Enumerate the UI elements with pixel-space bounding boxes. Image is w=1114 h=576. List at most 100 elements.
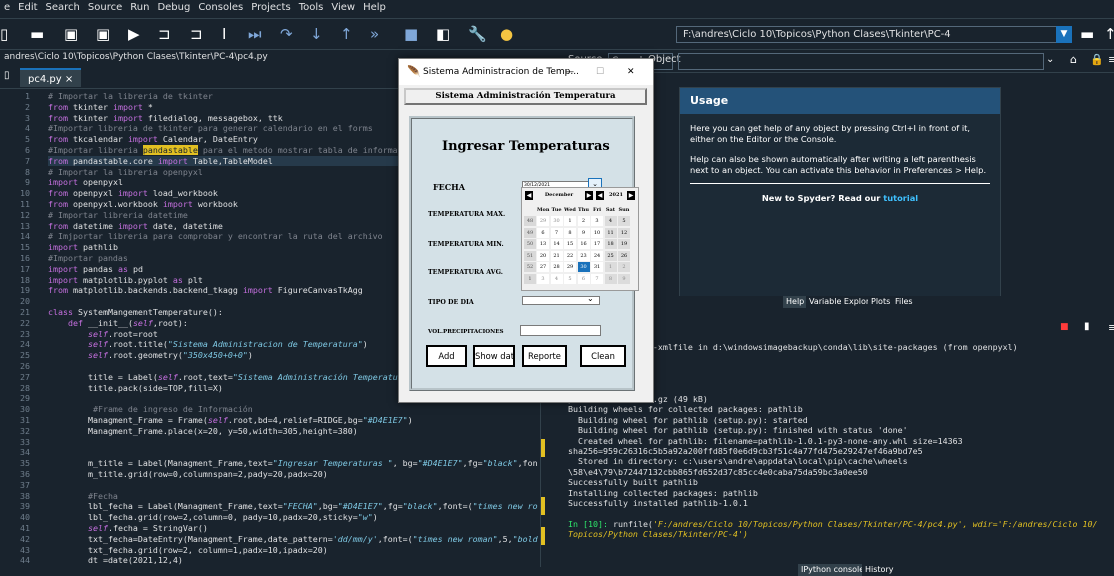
tab-pc4[interactable]: pc4.py × (20, 68, 82, 87)
calendar-day[interactable]: 29 (537, 216, 549, 226)
add-button[interactable]: Add (426, 345, 467, 367)
calendar-day[interactable]: 3 (537, 274, 549, 284)
calendar-day[interactable]: 11 (604, 227, 617, 238)
calendar-day[interactable]: 30 (550, 216, 563, 226)
menu-tools[interactable]: Tools (295, 0, 328, 13)
chevron-down-icon[interactable]: ▼ (1056, 26, 1072, 43)
calendar-day[interactable]: 31 (591, 262, 603, 273)
calendar-day[interactable]: 17 (591, 239, 603, 250)
step-icon[interactable]: ↷ (280, 26, 293, 42)
save-all-icon[interactable]: ▣ (96, 26, 110, 42)
next-month-icon[interactable]: ▶ (585, 191, 593, 200)
menu-debug[interactable]: Debug (153, 0, 194, 13)
browse-tabs-icon[interactable]: ▯ (4, 70, 10, 81)
menu-source[interactable]: Source (84, 0, 126, 13)
open-folder-icon[interactable]: ▬ (30, 26, 44, 42)
menu-search[interactable]: Search (42, 0, 84, 13)
object-input[interactable] (678, 53, 1044, 70)
tab-plots[interactable]: Plots (868, 296, 894, 308)
calendar-day[interactable]: 5 (564, 274, 576, 284)
calendar-day[interactable]: 23 (577, 250, 590, 261)
calendar-day[interactable]: 2 (577, 216, 590, 226)
calendar-day[interactable]: 24 (591, 250, 603, 261)
menu-consoles[interactable]: Consoles (194, 0, 247, 13)
minimize-icon[interactable]: — (565, 59, 574, 85)
calendar-day[interactable]: 15 (564, 239, 576, 250)
python-path-icon[interactable]: ● (500, 26, 513, 42)
calendar-day[interactable]: 7 (591, 274, 603, 284)
calendar-day[interactable]: 3 (591, 216, 603, 226)
calendar-day[interactable]: 7 (550, 227, 563, 238)
calendar-day[interactable]: 8 (564, 227, 576, 238)
working-directory-input[interactable]: F:\andres\Ciclo 10\Topicos\Python Clases… (676, 26, 1071, 43)
calendar-day[interactable]: 25 (604, 250, 617, 261)
preferences-wrench-icon[interactable]: 🔧 (468, 26, 487, 42)
calendar-day[interactable]: 20 (537, 250, 549, 261)
calendar-day[interactable]: 9 (618, 274, 630, 284)
calendar-day[interactable]: 14 (550, 239, 563, 250)
stop-debug-icon[interactable]: ■ (404, 26, 418, 42)
calendar-day[interactable]: 4 (604, 216, 617, 226)
continue-icon[interactable]: » (370, 26, 379, 42)
next-year-icon[interactable]: ▶ (627, 191, 635, 200)
calendar-day[interactable]: 1 (604, 262, 617, 273)
tab-files[interactable]: Files (892, 296, 916, 308)
calendar-day[interactable]: 1 (564, 216, 576, 226)
prev-month-icon[interactable]: ◀ (525, 191, 533, 200)
clean-button[interactable]: Clean (580, 345, 626, 367)
calendar-day[interactable]: 27 (537, 262, 549, 273)
calendar-day[interactable]: 26 (618, 250, 630, 261)
step-into-icon[interactable]: ↓ (310, 26, 323, 42)
step-return-icon[interactable]: ↑ (340, 26, 353, 42)
calendar-day[interactable]: 10 (591, 227, 603, 238)
close-icon[interactable]: ✕ (627, 59, 635, 85)
calendar-day[interactable]: 6 (577, 274, 590, 284)
calendar-day[interactable]: 19 (618, 239, 630, 250)
lock-icon[interactable]: 🔒 (1090, 53, 1104, 66)
menu-view[interactable]: View (327, 0, 359, 13)
console-document-icon[interactable]: ▮ (1084, 321, 1090, 332)
show-data-button[interactable]: Show data (473, 345, 515, 367)
close-icon[interactable]: × (65, 74, 73, 85)
vol-precipitaciones-input[interactable] (520, 325, 601, 336)
calendar-day[interactable]: 9 (577, 227, 590, 238)
stop-console-icon[interactable]: ■ (1060, 322, 1069, 332)
options-menu-icon[interactable]: ≡ (1108, 53, 1114, 66)
menu-file[interactable]: e (0, 0, 14, 13)
calendar-day[interactable]: 8 (604, 274, 617, 284)
tab-help[interactable]: Help (783, 296, 808, 308)
maximize-icon[interactable]: ☐ (596, 59, 604, 85)
tab-ipython-console[interactable]: IPython console (798, 564, 868, 576)
menu-run[interactable]: Run (126, 0, 153, 13)
calendar-day[interactable]: 18 (604, 239, 617, 250)
calendar-day[interactable]: 2 (618, 262, 630, 273)
calendar-day[interactable]: 21 (550, 250, 563, 261)
calendar-day[interactable]: 13 (537, 239, 549, 250)
reporte-button[interactable]: Reporte (522, 345, 567, 367)
debug-icon[interactable]: ⏭ (248, 26, 262, 42)
menu-help[interactable]: Help (359, 0, 390, 13)
calendar-day[interactable]: 29 (564, 262, 576, 273)
calendar-day[interactable]: 16 (577, 239, 590, 250)
tipo-de-dia-combobox[interactable]: ⌄ (522, 294, 600, 305)
run-selection-icon[interactable]: I (222, 26, 226, 42)
run-icon[interactable]: ▶ (128, 26, 140, 42)
tab-history[interactable]: History (862, 564, 897, 576)
prev-year-icon[interactable]: ◀ (596, 191, 604, 200)
calendar-day[interactable]: 4 (550, 274, 563, 284)
chevron-down-icon[interactable]: ⌄ (1046, 54, 1054, 65)
browse-folder-icon[interactable]: ▬ (1080, 26, 1094, 42)
tk-title-bar[interactable]: 🪶 Sistema Administracion de Temp... — ☐ … (399, 59, 653, 85)
new-file-icon[interactable]: ▯ (0, 26, 8, 42)
maximize-pane-icon[interactable]: ◧ (436, 26, 450, 42)
menu-edit[interactable]: Edit (14, 0, 41, 13)
tutorial-link[interactable]: tutorial (883, 193, 918, 203)
parent-dir-icon[interactable]: ↑ (1104, 26, 1114, 42)
calendar-day[interactable]: 28 (550, 262, 563, 273)
run-cell-icon[interactable]: ⊐ (158, 26, 171, 42)
calendar-day[interactable]: 22 (564, 250, 576, 261)
save-icon[interactable]: ▣ (64, 26, 78, 42)
calendar-day-selected[interactable]: 30 (577, 262, 590, 273)
menu-projects[interactable]: Projects (247, 0, 294, 13)
calendar-day[interactable]: 6 (537, 227, 549, 238)
